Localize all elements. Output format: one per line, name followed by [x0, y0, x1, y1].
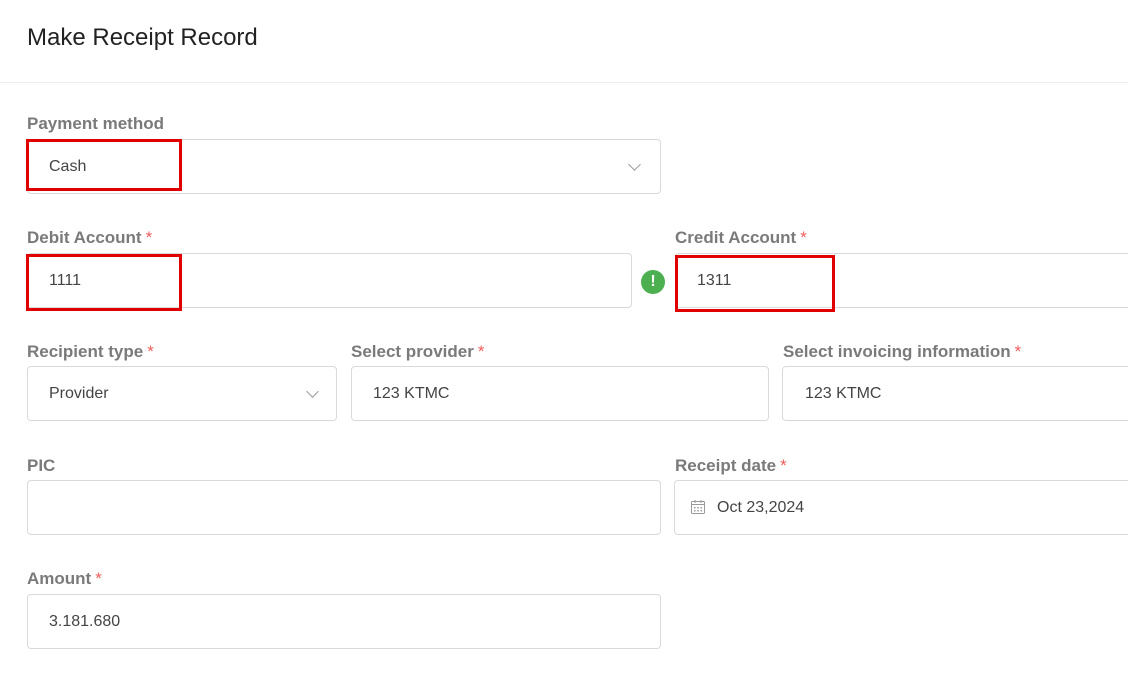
- credit-account-label: Credit Account *: [675, 228, 807, 248]
- debit-account-label: Debit Account *: [27, 228, 152, 248]
- recipient-type-value: Provider: [49, 385, 109, 402]
- required-asterisk: *: [800, 228, 807, 247]
- pic-input[interactable]: [27, 480, 661, 535]
- invoicing-info-value: 123 KTMC: [805, 385, 882, 402]
- required-asterisk: *: [1014, 342, 1022, 361]
- pic-label: PIC: [27, 456, 55, 476]
- select-provider-label: Select provider *: [351, 342, 484, 362]
- invoicing-info-label: Select invoicing information *: [783, 342, 1021, 362]
- select-provider-label-text: Select provider: [351, 342, 474, 361]
- payment-method-value: Cash: [49, 158, 87, 175]
- chevron-down-icon[interactable]: [628, 158, 641, 171]
- recipient-type-label: Recipient type *: [27, 342, 154, 362]
- receipt-date-label: Receipt date *: [675, 456, 787, 476]
- pic-label-text: PIC: [27, 456, 56, 475]
- credit-account-label-text: Credit Account: [675, 228, 797, 247]
- invoicing-info-field[interactable]: 123 KTMC: [782, 366, 1128, 421]
- calendar-icon[interactable]: [691, 500, 705, 514]
- select-provider-field[interactable]: 123 KTMC: [351, 366, 769, 421]
- required-asterisk: *: [147, 342, 154, 361]
- amount-value: 3.181.680: [49, 613, 121, 630]
- amount-label: Amount *: [27, 569, 102, 589]
- chevron-down-icon[interactable]: [306, 385, 319, 398]
- invoicing-info-label-text: Select invoicing information: [783, 342, 1011, 361]
- payment-method-label-text: Payment method: [27, 114, 164, 133]
- credit-account-input[interactable]: 1311: [675, 253, 1128, 308]
- receipt-date-label-text: Receipt date: [675, 456, 777, 475]
- credit-account-value: 1311: [697, 272, 732, 289]
- debit-account-value: 1111: [49, 272, 82, 289]
- receipt-date-picker[interactable]: Oct 23,2024: [674, 480, 1128, 535]
- required-asterisk: *: [780, 456, 787, 475]
- required-asterisk: *: [145, 228, 153, 247]
- page-header: Make Receipt Record: [0, 0, 1128, 83]
- amount-input[interactable]: 3.181.680: [27, 594, 661, 649]
- required-asterisk: *: [95, 569, 102, 588]
- debit-account-label-text: Debit Account: [27, 228, 142, 247]
- payment-method-select[interactable]: Cash: [27, 139, 661, 194]
- page-title: Make Receipt Record: [27, 24, 258, 51]
- required-asterisk: *: [477, 342, 485, 361]
- select-provider-value: 123 KTMC: [373, 385, 450, 402]
- payment-method-label: Payment method: [27, 114, 164, 134]
- exclamation-circle-icon: !: [641, 270, 665, 294]
- recipient-type-label-text: Recipient type: [27, 342, 144, 361]
- receipt-date-value: Oct 23,2024: [717, 499, 805, 516]
- debit-account-input[interactable]: 1111: [27, 253, 632, 308]
- recipient-type-select[interactable]: Provider: [27, 366, 337, 421]
- amount-label-text: Amount: [27, 569, 92, 588]
